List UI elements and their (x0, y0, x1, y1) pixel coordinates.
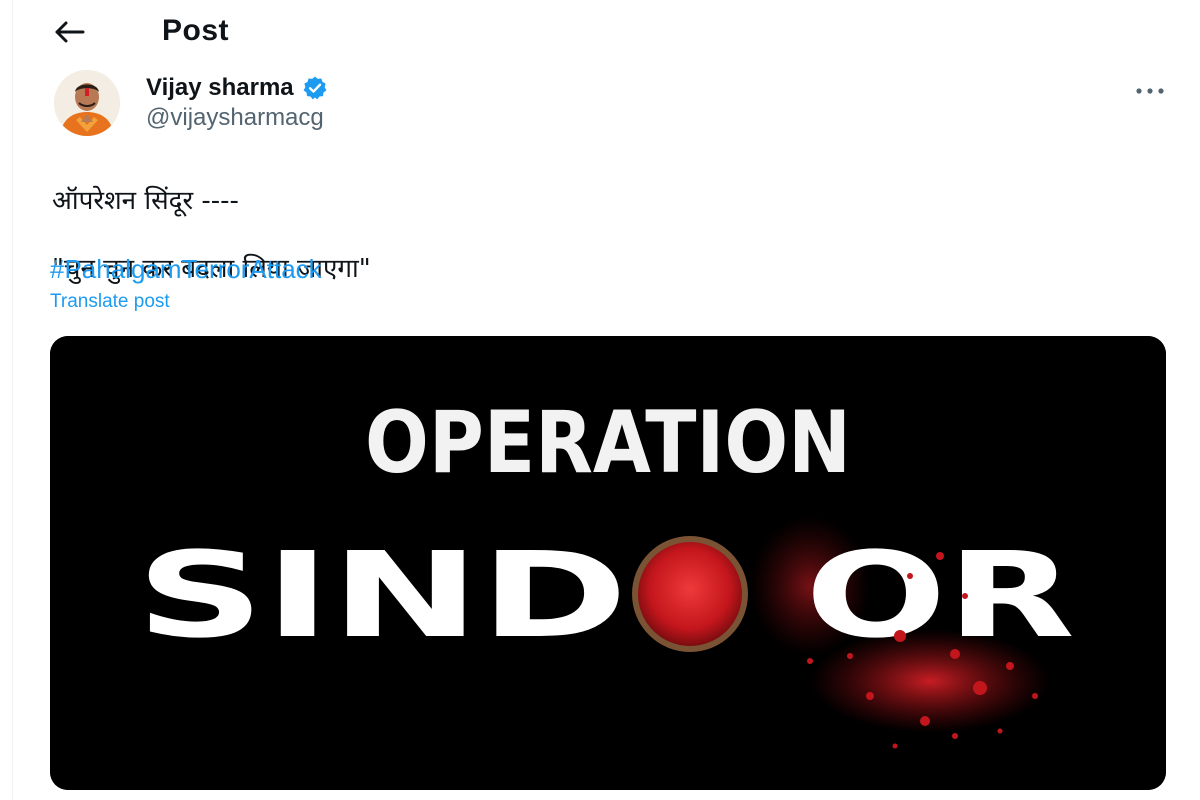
more-horizontal-icon (1136, 88, 1164, 94)
operation-sindoor-poster: OPERATION SIND OR (50, 336, 1166, 790)
post-header: Post (50, 12, 229, 52)
back-button[interactable] (50, 13, 88, 51)
author-row: Vijay sharma @vijaysharmacg (54, 68, 1170, 136)
page-title: Post (162, 14, 230, 47)
poster-line-or: OR (805, 526, 1075, 664)
post-page: Post Vijay sharma @vijaysharmacg ऑपरेशन … (0, 0, 1200, 800)
poster-line-operation: OPERATION (365, 393, 851, 493)
translate-post-link[interactable]: Translate post (50, 291, 170, 313)
avatar-image (54, 70, 120, 136)
poster-line-sind: SIND (136, 526, 628, 664)
more-options-button[interactable] (1130, 76, 1170, 106)
arrow-left-icon (55, 21, 85, 43)
author-handle[interactable]: @vijaysharmacg (146, 104, 324, 132)
sindoor-bowl-icon (632, 536, 748, 652)
post-media-image[interactable]: OPERATION SIND OR (50, 336, 1166, 790)
hashtag-link[interactable]: #PahalgamTerrorAttack (50, 254, 322, 285)
author-name[interactable]: Vijay sharma (146, 74, 328, 102)
avatar[interactable] (54, 70, 120, 136)
post-text-line-1: ऑपरेशन सिंदूर ---- (52, 186, 239, 216)
verified-badge-icon (303, 76, 327, 100)
left-divider (12, 0, 13, 800)
author-name-text: Vijay sharma (146, 74, 294, 101)
